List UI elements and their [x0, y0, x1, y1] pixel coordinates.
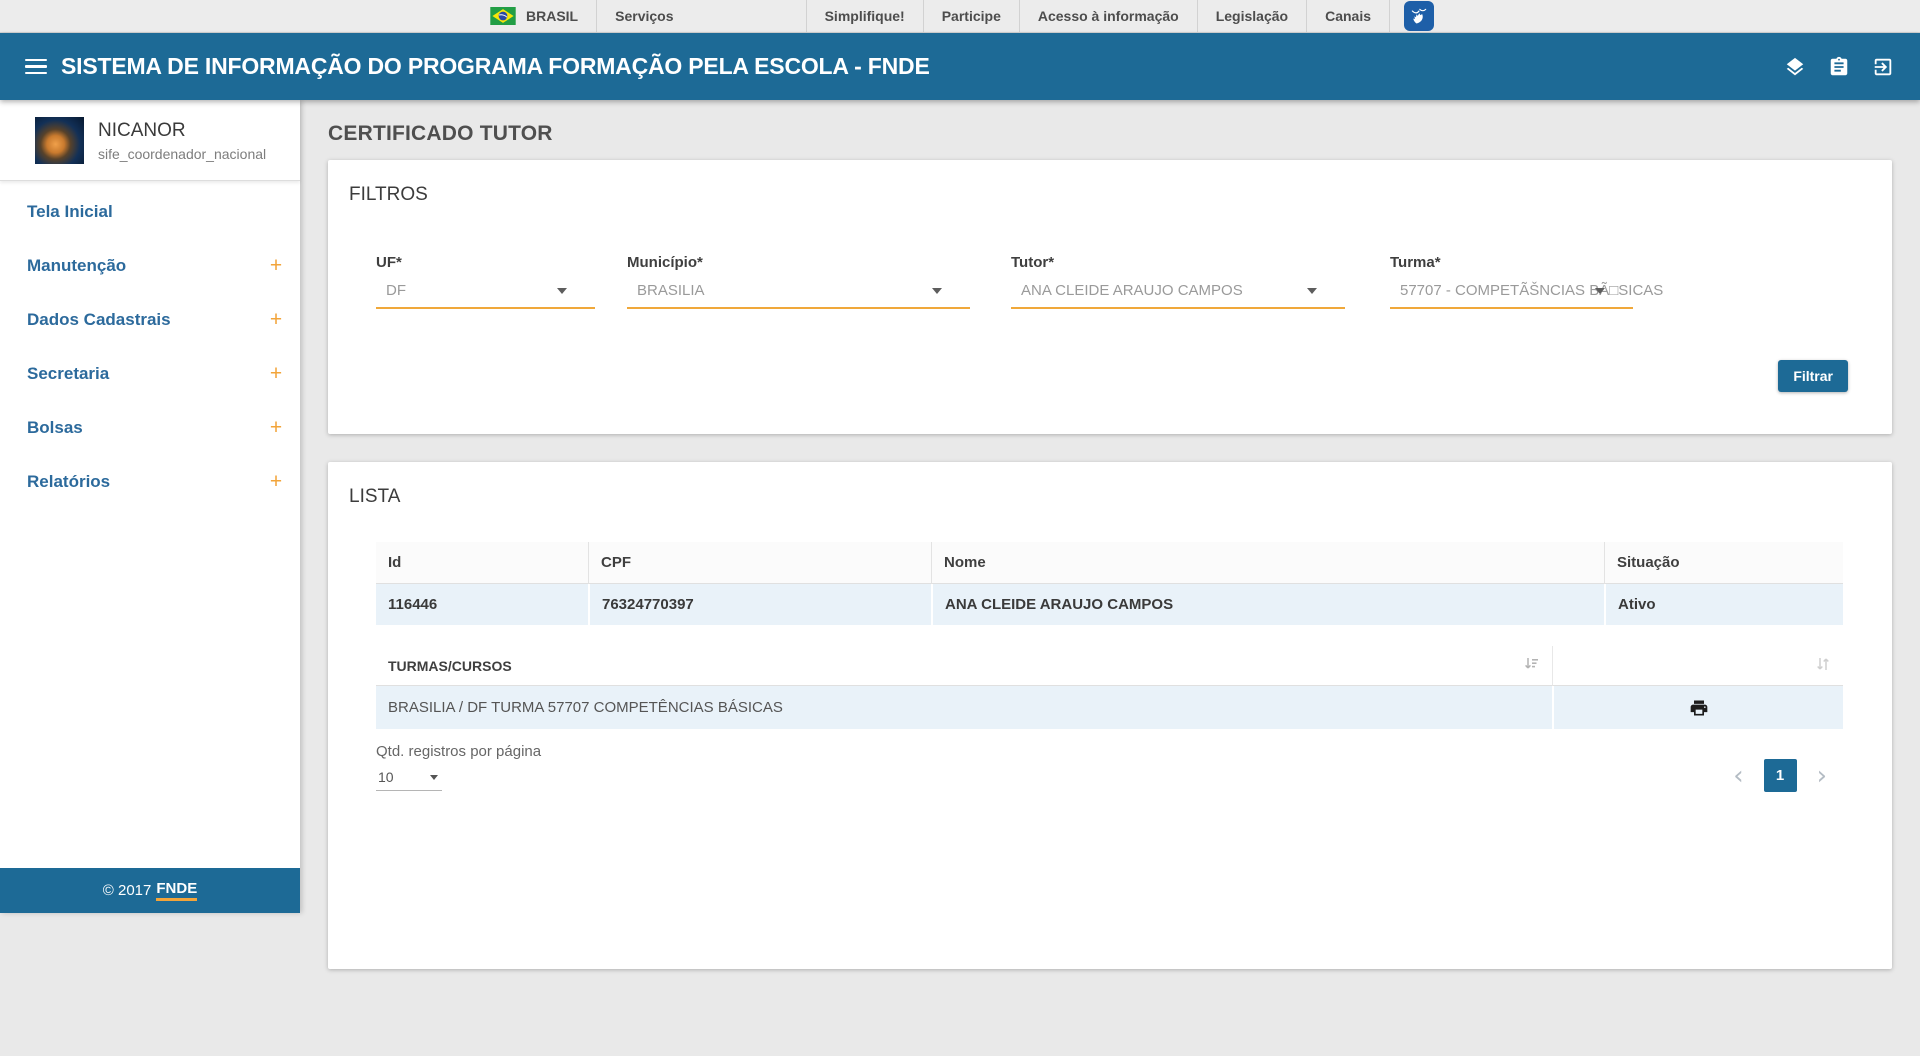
list-title: LISTA — [328, 462, 1892, 508]
sidebar: NICANOR sife_coordenador_nacional Tela I… — [0, 100, 300, 913]
prev-page-button[interactable]: ‹ — [1729, 763, 1747, 789]
page-number-button[interactable]: 1 — [1764, 759, 1797, 792]
chevron-down-icon — [1595, 288, 1605, 294]
uf-label: UF* — [376, 254, 595, 271]
user-name: NICANOR — [98, 120, 266, 142]
sidebar-item-bolsas[interactable]: Bolsas — [0, 401, 300, 455]
chevron-down-icon — [557, 288, 567, 294]
col-header-turmas-cursos: TURMAS/CURSOS — [376, 646, 1552, 686]
divider — [1389, 0, 1390, 32]
uf-select-field: UF* DF — [376, 254, 595, 309]
expand-plus-icon[interactable] — [268, 362, 284, 386]
clipboard-icon[interactable] — [1828, 56, 1850, 78]
next-page-button[interactable]: › — [1813, 763, 1831, 789]
gov-link-servicos[interactable]: Serviços — [597, 0, 691, 32]
course-row-actions — [1552, 686, 1843, 729]
municipio-select[interactable]: BRASILIA — [627, 280, 970, 309]
courses-table: TURMAS/CURSOS — [376, 646, 1843, 729]
gov-top-bar: BRASIL Serviços Simplifique! Participe A… — [0, 0, 1920, 33]
exit-icon[interactable] — [1872, 56, 1894, 78]
chevron-down-icon — [932, 288, 942, 294]
sidebar-item-dados-cadastrais[interactable]: Dados Cadastrais — [0, 293, 300, 347]
app-header: SISTEMA DE INFORMAÇÃO DO PROGRAMA FORMAÇ… — [0, 33, 1920, 100]
gov-link-simplifique[interactable]: Simplifique! — [807, 0, 923, 32]
pagination: ‹ 1 › — [1729, 759, 1831, 792]
expand-plus-icon[interactable] — [268, 470, 284, 494]
uf-select[interactable]: DF — [376, 280, 595, 309]
course-row-label: BRASILIA / DF TURMA 57707 COMPETÊNCIAS B… — [376, 686, 1552, 729]
table-cell-nome: ANA CLEIDE ARAUJO CAMPOS — [931, 584, 1604, 625]
expand-plus-icon[interactable] — [268, 254, 284, 278]
tutor-label: Tutor* — [1011, 254, 1345, 271]
gov-brand-label: BRASIL — [526, 8, 578, 24]
print-icon — [1689, 698, 1709, 718]
per-page-select[interactable]: 10 — [376, 767, 442, 791]
col-header-situacao: Situação — [1604, 542, 1843, 584]
col-header-id: Id — [376, 542, 588, 584]
per-page-control: Qtd. registros por página 10 — [376, 743, 541, 792]
sidebar-menu: Tela Inicial Manutenção Dados Cadastrais… — [0, 181, 300, 509]
user-role: sife_coordenador_nacional — [98, 146, 266, 162]
expand-plus-icon[interactable] — [268, 308, 284, 332]
table-cell-id: 116446 — [376, 584, 588, 625]
expand-plus-icon[interactable] — [268, 416, 284, 440]
sidebar-footer: © 2017 FNDE — [0, 868, 300, 913]
main-content: CERTIFICADO TUTOR FILTROS UF* DF Municíp… — [300, 100, 1920, 1056]
menu-icon[interactable] — [25, 55, 47, 79]
user-block: NICANOR sife_coordenador_nacional — [0, 100, 300, 181]
app-title: SISTEMA DE INFORMAÇÃO DO PROGRAMA FORMAÇ… — [61, 53, 930, 80]
sidebar-item-manutencao[interactable]: Manutenção — [0, 239, 300, 293]
sidebar-item-relatorios[interactable]: Relatórios — [0, 455, 300, 509]
vlibras-hands-icon — [1409, 6, 1429, 26]
page-title: CERTIFICADO TUTOR — [328, 122, 1892, 146]
per-page-label: Qtd. registros por página — [376, 743, 541, 760]
table-cell-cpf: 76324770397 — [588, 584, 931, 625]
print-button[interactable] — [1689, 698, 1709, 718]
col-header-nome: Nome — [931, 542, 1604, 584]
avatar — [35, 117, 84, 164]
vlibras-accessibility-button[interactable] — [1404, 1, 1434, 31]
table-cell-situacao: Ativo — [1604, 584, 1843, 625]
tutor-select-field: Tutor* ANA CLEIDE ARAUJO CAMPOS — [1011, 254, 1345, 309]
sort-amount-icon[interactable] — [1524, 656, 1540, 675]
chevron-down-icon — [1307, 288, 1317, 294]
col-header-cpf: CPF — [588, 542, 931, 584]
gov-link-participe[interactable]: Participe — [924, 0, 1019, 32]
tutor-select[interactable]: ANA CLEIDE ARAUJO CAMPOS — [1011, 280, 1345, 309]
municipio-select-field: Município* BRASILIA — [627, 254, 970, 309]
chevron-down-icon — [430, 775, 438, 780]
gov-link-legislacao[interactable]: Legislação — [1198, 0, 1306, 32]
turma-select-field: Turma* 57707 - COMPETÃŠNCIAS BÃ□SICAS — [1390, 254, 1633, 309]
filters-card: FILTROS UF* DF Município* BRASILIA — [328, 160, 1892, 434]
results-table: Id CPF Nome Situação 116446 76324770397 … — [376, 542, 1843, 625]
filters-title: FILTROS — [328, 160, 1892, 206]
turma-select[interactable]: 57707 - COMPETÃŠNCIAS BÃ□SICAS — [1390, 280, 1633, 309]
gov-brand-link[interactable]: BRASIL — [490, 0, 596, 32]
brazil-flag-icon — [490, 7, 516, 25]
col-header-actions — [1552, 646, 1843, 686]
municipio-label: Município* — [627, 254, 970, 271]
layers-icon[interactable] — [1784, 56, 1806, 78]
filtrar-button[interactable]: Filtrar — [1778, 360, 1848, 392]
copyright-text: © 2017 — [103, 882, 152, 899]
sort-icon[interactable] — [1815, 656, 1831, 675]
list-card: LISTA Id CPF Nome Situação 116446 763247… — [328, 462, 1892, 969]
sidebar-item-tela-inicial[interactable]: Tela Inicial — [0, 185, 300, 239]
sidebar-item-secretaria[interactable]: Secretaria — [0, 347, 300, 401]
turma-label: Turma* — [1390, 254, 1633, 271]
fnde-link[interactable]: FNDE — [156, 880, 197, 901]
gov-link-canais[interactable]: Canais — [1307, 0, 1389, 32]
gov-link-acesso-informacao[interactable]: Acesso à informação — [1020, 0, 1197, 32]
